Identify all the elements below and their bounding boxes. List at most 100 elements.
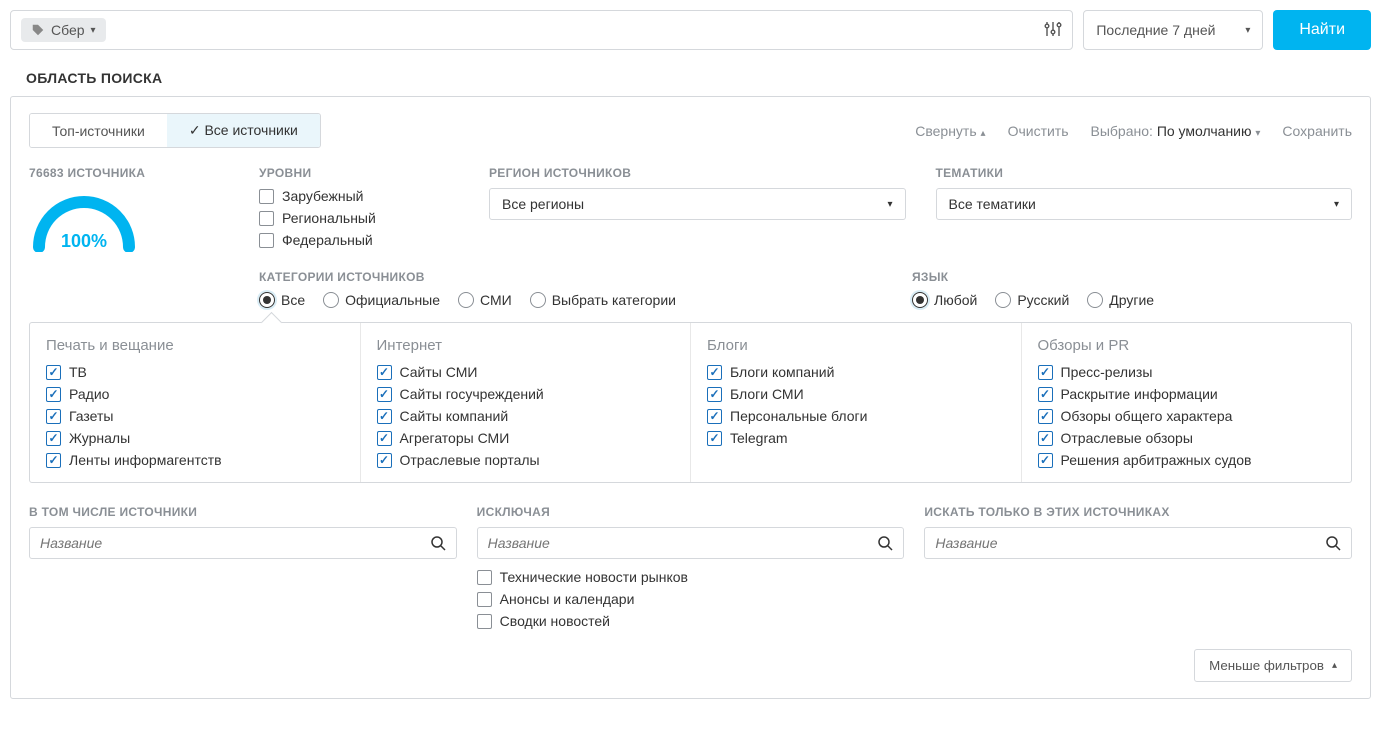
cat-col-blogs: Блоги Блоги компаний Блоги СМИ Персональ… [691,323,1022,482]
checkbox-icon [377,453,392,468]
exclude-item[interactable]: Сводки новостей [477,613,905,629]
search-icon [430,535,446,551]
tab-top-sources[interactable]: Топ-источники [30,114,167,147]
level-foreign[interactable]: Зарубежный [259,188,459,204]
source-tabs: Топ-источники Все источники [29,113,321,148]
exclude-input[interactable] [488,535,878,551]
cat-item[interactable]: Агрегаторы СМИ [377,430,675,446]
cat-item[interactable]: Радио [46,386,344,402]
cat-item[interactable]: ТВ [46,364,344,380]
search-query-box[interactable]: Сбер ▾ [10,10,1073,50]
region-select[interactable]: Все регионы ▾ [489,188,906,220]
cat-radio-all[interactable]: Все [259,292,305,308]
checkbox-icon [477,592,492,607]
tab-all-sources[interactable]: Все источники [167,114,320,147]
cat-item[interactable]: Газеты [46,408,344,424]
cat-title: Печать и вещание [46,337,344,354]
cat-radio-smi[interactable]: СМИ [458,292,512,308]
chevron-down-icon: ▾ [1334,199,1339,210]
cat-item[interactable]: Блоги СМИ [707,386,1005,402]
chevron-up-icon: ▴ [1332,660,1337,671]
cat-item[interactable]: Сайты госучреждений [377,386,675,402]
level-federal[interactable]: Федеральный [259,232,459,248]
checkbox-icon [46,365,61,380]
cat-title: Обзоры и PR [1038,337,1336,354]
cat-item[interactable]: Пресс-релизы [1038,364,1336,380]
cat-item[interactable]: Сайты компаний [377,408,675,424]
categories-box: Печать и вещание ТВ Радио Газеты Журналы… [29,322,1352,483]
checkbox-icon [1038,409,1053,424]
date-range-label: Последние 7 дней [1096,22,1215,38]
exclude-label: ИСКЛЮЧАЯ [477,505,905,519]
sliders-icon[interactable] [1044,20,1062,41]
cat-item[interactable]: Блоги компаний [707,364,1005,380]
radio-icon [912,292,928,308]
cat-radio-official[interactable]: Официальные [323,292,440,308]
cat-col-print: Печать и вещание ТВ Радио Газеты Журналы… [30,323,361,482]
cat-item[interactable]: Раскрытие информации [1038,386,1336,402]
checkbox-icon [707,387,722,402]
radio-icon [259,292,275,308]
cat-item[interactable]: Журналы [46,430,344,446]
clear-link[interactable]: Очистить [1008,123,1069,139]
theme-select[interactable]: Все тематики ▾ [936,188,1353,220]
date-range-select[interactable]: Последние 7 дней ▾ [1083,10,1263,50]
query-tag[interactable]: Сбер ▾ [21,18,106,42]
chevron-up-icon: ▴ [981,128,986,139]
save-link[interactable]: Сохранить [1282,123,1352,139]
cat-col-reviews: Обзоры и PR Пресс-релизы Раскрытие инфор… [1022,323,1352,482]
checkbox-icon [259,233,274,248]
include-label: В ТОМ ЧИСЛЕ ИСТОЧНИКИ [29,505,457,519]
cat-item[interactable]: Ленты информагентств [46,452,344,468]
include-input-wrap [29,527,457,559]
cat-item[interactable]: Отраслевые порталы [377,452,675,468]
cat-item[interactable]: Отраслевые обзоры [1038,430,1336,446]
cat-col-internet: Интернет Сайты СМИ Сайты госучреждений С… [361,323,692,482]
radio-icon [530,292,546,308]
radio-icon [323,292,339,308]
checkbox-icon [477,570,492,585]
cat-item[interactable]: Персональные блоги [707,408,1005,424]
cat-item[interactable]: Решения арбитражных судов [1038,452,1336,468]
checkbox-icon [707,431,722,446]
exclude-item[interactable]: Технические новости рынков [477,569,905,585]
lang-radio-any[interactable]: Любой [912,292,977,308]
section-title: ОБЛАСТЬ ПОИСКА [26,70,1371,86]
exclude-item[interactable]: Анонсы и календари [477,591,905,607]
cat-item[interactable]: Обзоры общего характера [1038,408,1336,424]
selected-preset[interactable]: Выбрано: По умолчанию ▾ [1091,123,1261,139]
only-label: ИСКАТЬ ТОЛЬКО В ЭТИХ ИСТОЧНИКАХ [924,505,1352,519]
chevron-down-icon: ▾ [91,25,96,36]
level-regional[interactable]: Региональный [259,210,459,226]
include-input[interactable] [40,535,430,551]
tag-label: Сбер [51,22,85,38]
cat-radio-choose[interactable]: Выбрать категории [530,292,676,308]
lang-radio-other[interactable]: Другие [1087,292,1154,308]
sources-count-label: 76683 ИСТОЧНИКА [29,166,145,180]
search-button[interactable]: Найти [1273,10,1371,50]
cat-title: Блоги [707,337,1005,354]
chevron-down-icon: ▾ [1255,128,1260,139]
checkbox-icon [259,211,274,226]
only-input[interactable] [935,535,1325,551]
lang-radio-ru[interactable]: Русский [995,292,1069,308]
tag-icon [31,23,45,37]
levels-label: УРОВНИ [259,166,459,180]
less-filters-button[interactable]: Меньше фильтров ▴ [1194,649,1352,682]
cat-item[interactable]: Сайты СМИ [377,364,675,380]
cat-item[interactable]: Telegram [707,430,1005,446]
checkbox-icon [1038,365,1053,380]
gauge-percent: 100% [29,231,139,252]
checkbox-icon [377,409,392,424]
checkbox-icon [46,409,61,424]
search-icon [877,535,893,551]
checkbox-icon [707,409,722,424]
search-icon [1325,535,1341,551]
radio-icon [1087,292,1103,308]
cat-title: Интернет [377,337,675,354]
collapse-link[interactable]: Свернуть ▴ [915,123,985,139]
checkbox-icon [259,189,274,204]
checkbox-icon [1038,453,1053,468]
language-label: ЯЗЫК [912,270,1352,284]
exclude-input-wrap [477,527,905,559]
